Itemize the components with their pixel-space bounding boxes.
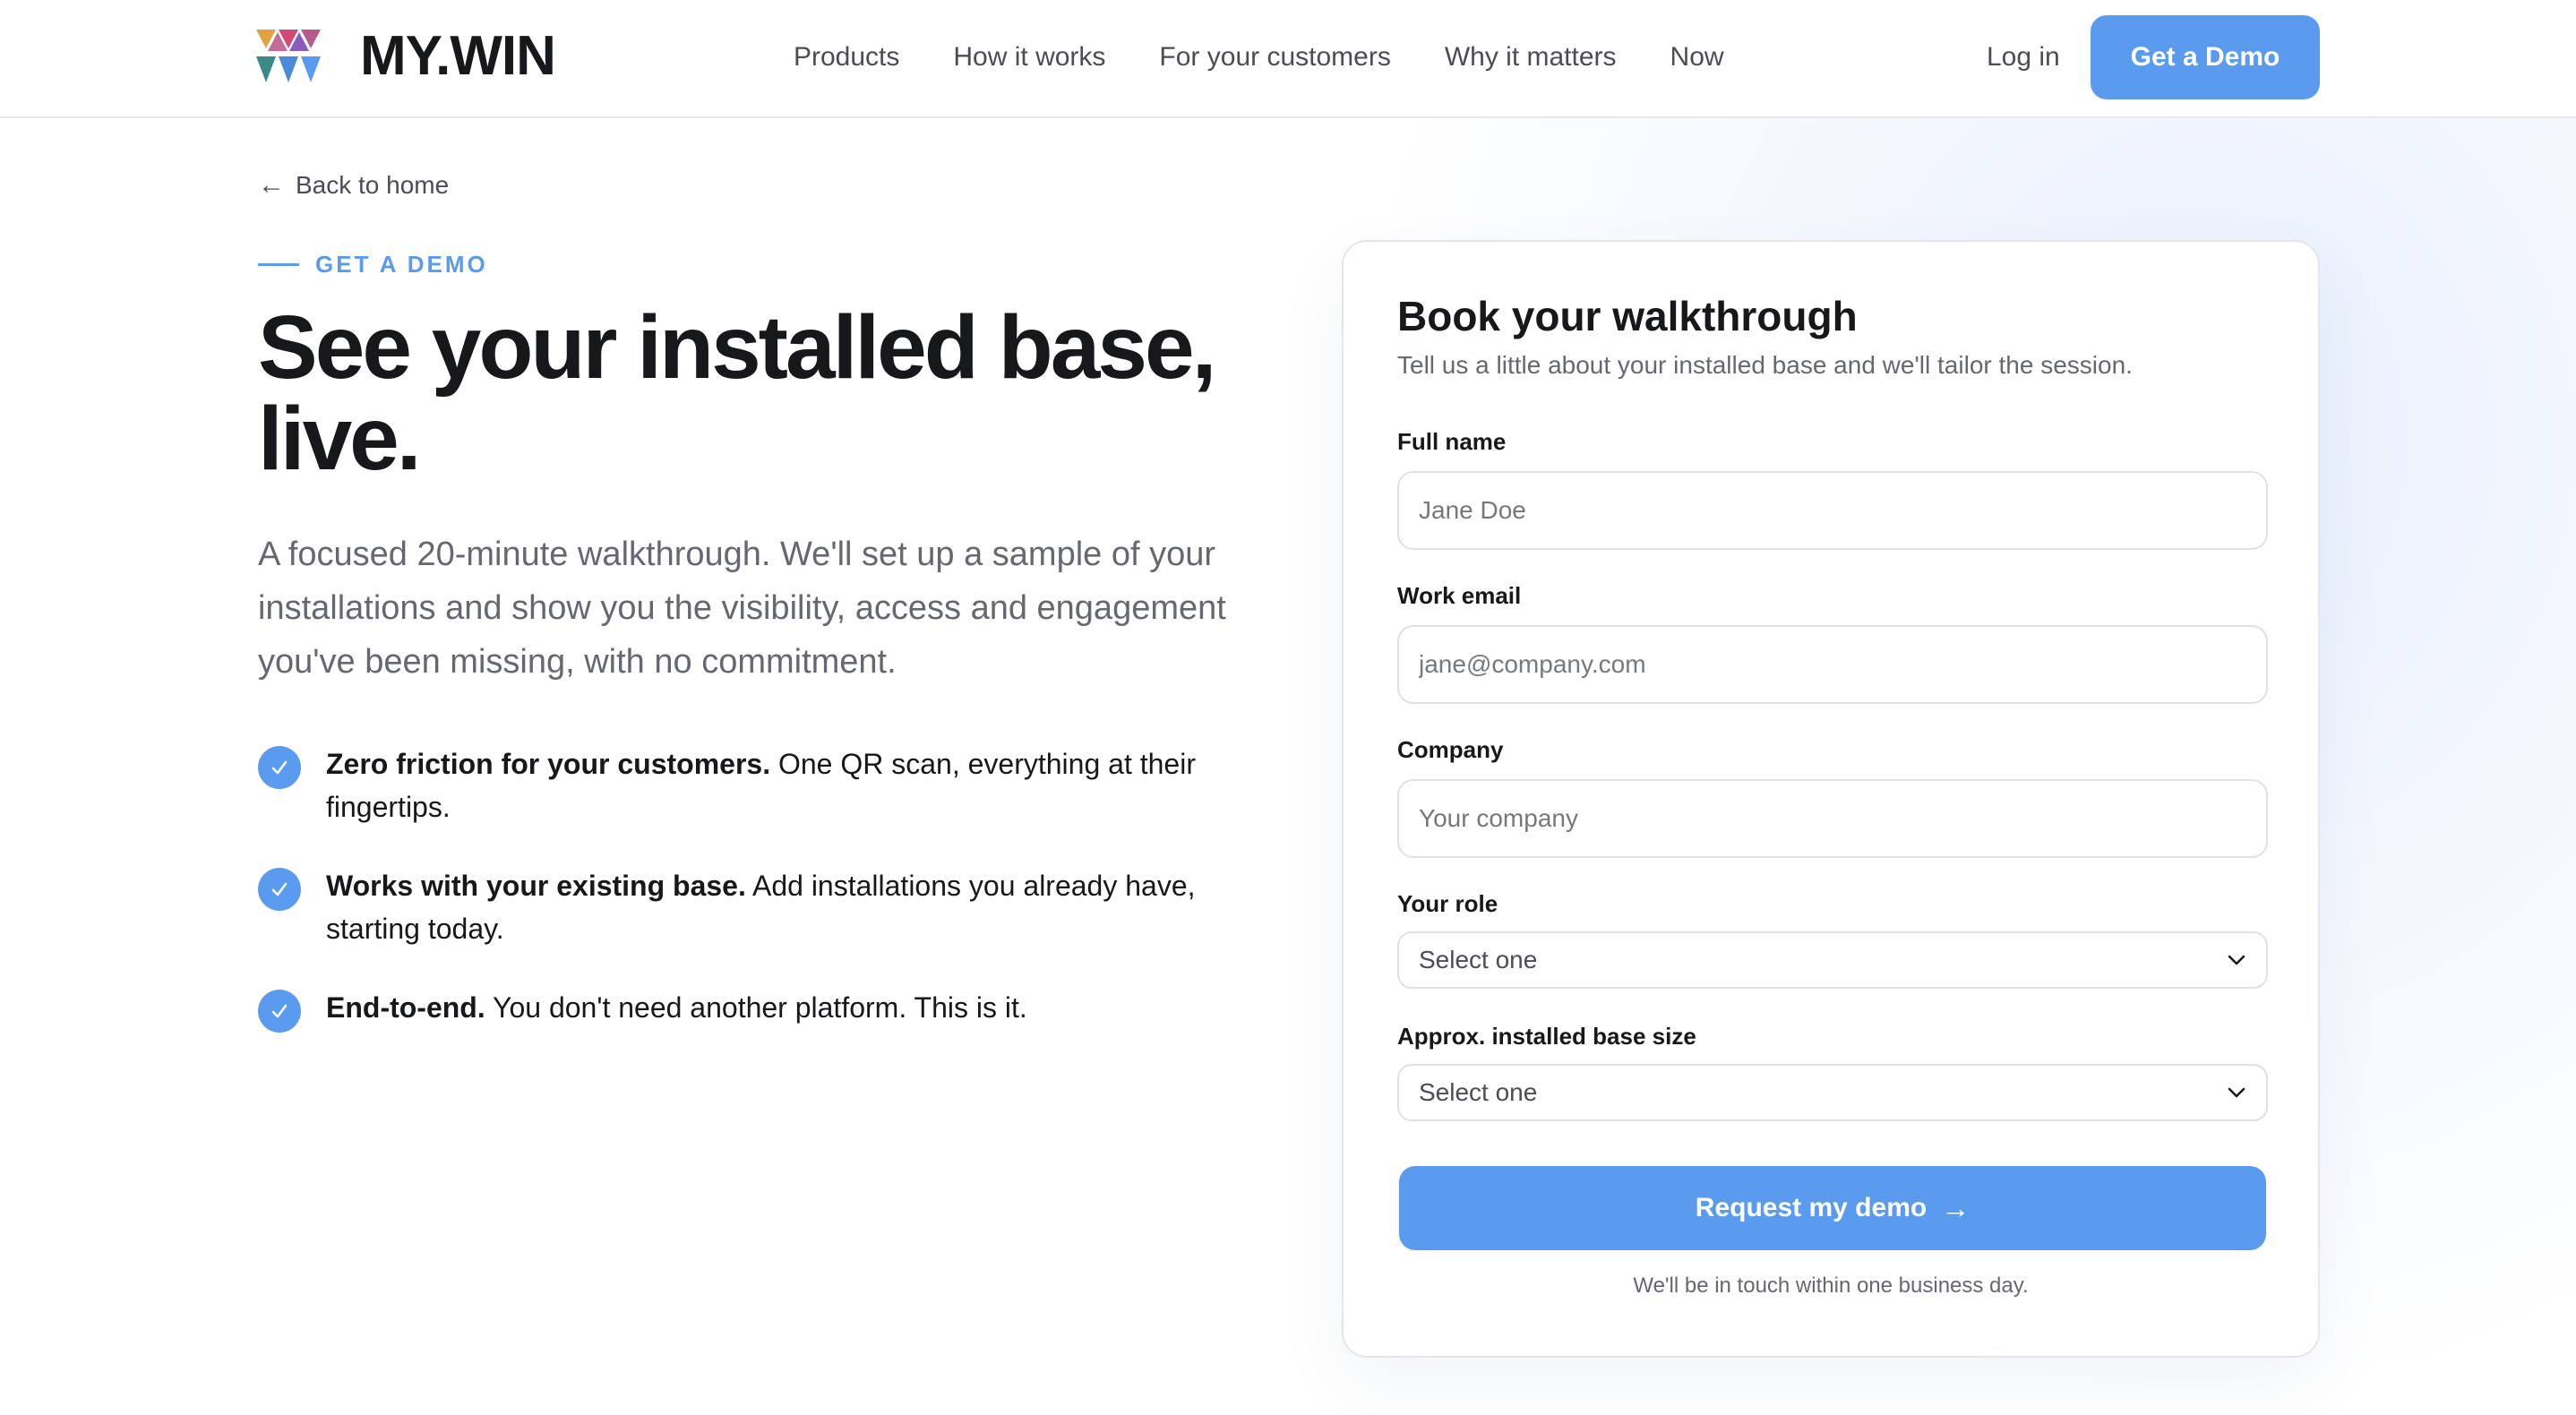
arrow-right-icon: → [1941,1191,1971,1224]
feature-item: End-to-end. You don't need another platf… [258,986,1279,1033]
feature-bold: Works with your existing base. [326,870,746,902]
main-nav: Products How it works For your customers… [794,39,1778,75]
eyebrow-label: GET A DEMO [315,251,488,278]
base-size-label: Approx. installed base size [1397,1023,1696,1050]
feature-text: End-to-end. You don't need another platf… [326,986,1222,1029]
response-note: We'll be in touch within one business da… [1633,1274,2029,1298]
feature-item: Works with your existing base. Add insta… [258,864,1279,950]
nav-item-products[interactable]: Products [794,39,899,75]
form-title: Book your walkthrough [1397,293,1858,339]
check-icon [258,868,301,911]
arrow-left-icon: ← [258,170,285,200]
get-demo-button[interactable]: Get a Demo [2091,15,2320,99]
base-size-select-value: Select one [1419,1078,1538,1106]
company-label: Company [1397,736,1504,763]
role-select[interactable]: Select one [1397,931,2268,989]
role-select-value: Select one [1419,946,1538,973]
request-demo-label: Request my demo [1695,1193,1928,1222]
feature-bold: Zero friction for your customers. [326,748,771,780]
nav-item-now[interactable]: Now [1670,39,1724,75]
company-input[interactable] [1397,779,2268,858]
feature-text: Zero friction for your customers. One QR… [326,742,1222,828]
feature-text: Works with your existing base. Add insta… [326,864,1222,950]
feature-list: Zero friction for your customers. One QR… [258,742,1279,1033]
site-header: MY.WIN Products How it works For your cu… [0,0,2576,118]
work-email-label: Work email [1397,582,1522,609]
eyebrow-line [258,263,299,266]
nav-item-how-it-works[interactable]: How it works [953,39,1105,75]
back-to-home-label: Back to home [296,171,450,199]
nav-item-why-it-matters[interactable]: Why it matters [1445,39,1617,75]
page-title: See your installed base, live. [258,297,1216,489]
role-label: Your role [1397,890,1498,917]
eyebrow: GET A DEMO [258,251,1279,279]
chevron-down-icon [2228,1087,2245,1098]
chevron-down-icon [2228,955,2245,965]
demo-form-card: Book your walkthrough Tell us a little a… [1342,240,2320,1358]
full-name-input[interactable] [1397,471,2268,550]
base-size-select[interactable]: Select one [1397,1064,2268,1121]
full-name-label: Full name [1397,428,1507,455]
back-to-home-link[interactable]: ← Back to home [258,170,1279,201]
check-icon [258,746,301,789]
feature-item: Zero friction for your customers. One QR… [258,742,1279,828]
logo[interactable]: MY.WIN [256,25,556,87]
form-subtitle: Tell us a little about your installed ba… [1397,351,2133,379]
lead-paragraph: A focused 20-minute walkthrough. We'll s… [258,536,1226,681]
check-icon [258,990,301,1033]
feature-description: You don't need another platform. This is… [485,991,1027,1024]
logo-text: MY.WIN [360,25,556,87]
feature-bold: End-to-end. [326,991,485,1024]
request-demo-button[interactable]: Request my demo → [1399,1166,2266,1250]
logo-mark-icon [256,30,321,82]
login-link[interactable]: Log in [1987,39,2060,75]
work-email-input[interactable] [1397,625,2268,704]
hero-section: ← Back to home GET A DEMO See your insta… [258,170,1279,1068]
nav-item-for-your-customers[interactable]: For your customers [1159,39,1390,75]
